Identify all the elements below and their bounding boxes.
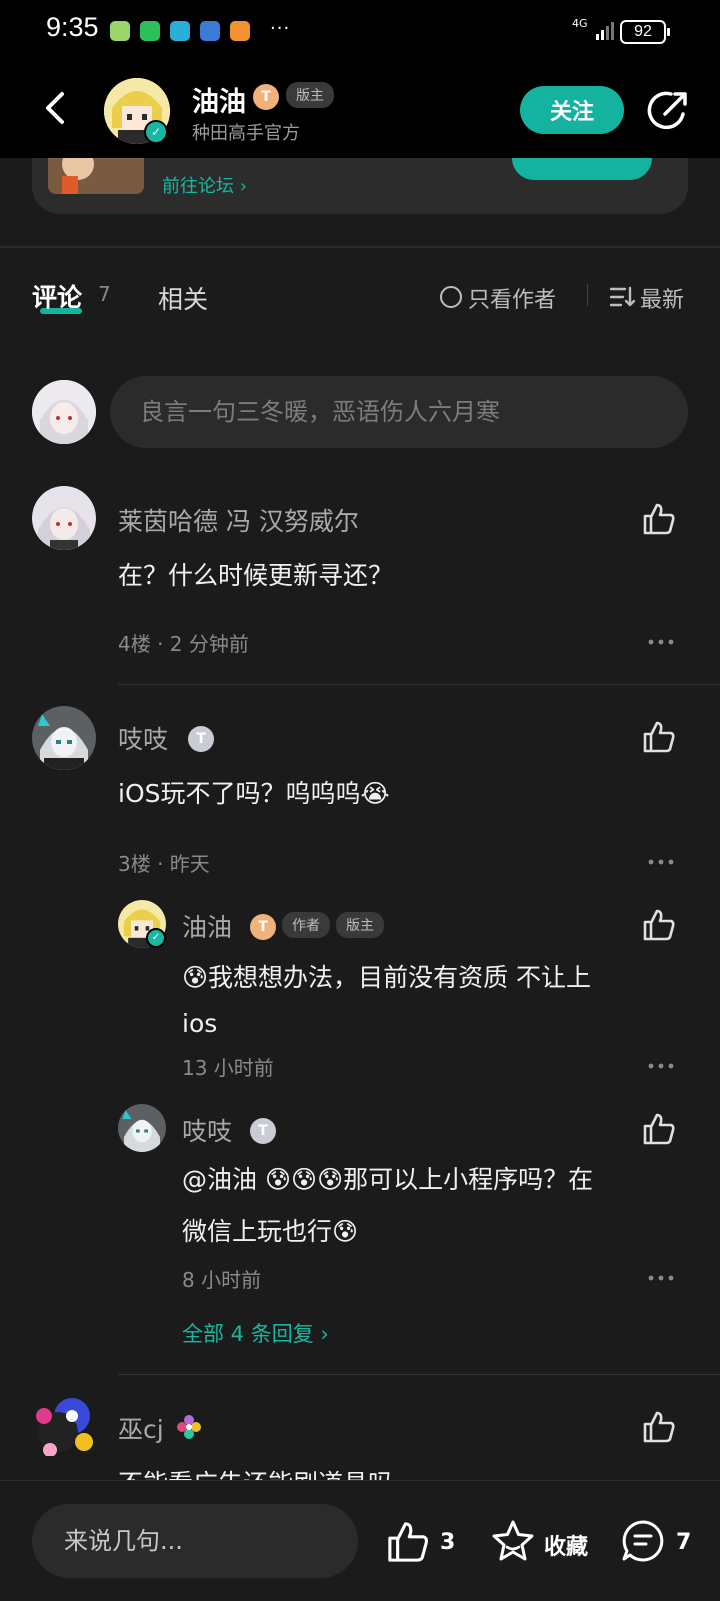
sort-icon[interactable]: [610, 286, 636, 308]
more-options-icon[interactable]: [648, 1274, 674, 1282]
comment-text: 在？什么时候更新寻还？: [118, 561, 394, 590]
comment-divider: [118, 684, 720, 685]
comment-text: iOS玩不了吗？呜呜呜😭: [118, 779, 390, 808]
reply-text-line: 微信上玩也行😰: [182, 1217, 359, 1246]
more-notifications-icon: ···: [270, 18, 291, 39]
commenter-name[interactable]: 莱茵哈德 冯 汉努威尔: [118, 502, 359, 538]
like-post-icon[interactable]: [386, 1520, 430, 1564]
comment-icon[interactable]: [620, 1518, 666, 1564]
author-name[interactable]: 油油: [192, 80, 246, 119]
commenter-avatar[interactable]: [32, 706, 96, 770]
comments-count: 7: [98, 282, 111, 306]
flower-badge-icon: [177, 1415, 201, 1439]
author-only-filter[interactable]: 只看作者: [468, 282, 556, 314]
like-count: 3: [440, 1530, 456, 1555]
more-options-icon[interactable]: [648, 858, 674, 866]
reply-text-line: @油油 😰😰😰那可以上小程序吗？在: [182, 1165, 594, 1194]
reply-name[interactable]: 吱吱: [182, 1112, 232, 1148]
verified-badge-icon: ✓: [144, 120, 168, 144]
bottom-comment-input[interactable]: 来说几句...: [32, 1504, 358, 1578]
moderator-badge: 版主: [286, 82, 334, 108]
moderator-tag: 版主: [336, 912, 384, 938]
author-subtitle: 种田高手官方: [192, 123, 300, 144]
level-badge-icon: T: [188, 726, 214, 752]
favorite-label[interactable]: 收藏: [544, 1529, 588, 1561]
reply-avatar[interactable]: [118, 1104, 166, 1152]
status-time: 9:35: [46, 12, 99, 42]
comment-meta: 3楼 · 昨天: [118, 852, 210, 876]
back-arrow-icon[interactable]: [36, 88, 76, 128]
forum-link[interactable]: 前往论坛 ›: [162, 172, 247, 198]
author-only-radio-icon[interactable]: [440, 286, 462, 308]
comment-meta: 4楼 · 2 分钟前: [118, 632, 249, 656]
commenter-avatar[interactable]: [32, 486, 96, 550]
signal-icon: [596, 22, 614, 40]
view-all-replies-link[interactable]: 全部 4 条回复 ›: [182, 1318, 329, 1348]
app-notification-icon: [110, 21, 130, 41]
comment-divider: [118, 1374, 720, 1375]
tab-related[interactable]: 相关: [158, 280, 208, 316]
commenter-name[interactable]: 巫cj: [118, 1410, 164, 1446]
network-indicator: 4G: [572, 17, 588, 30]
comment-count: 7: [676, 1530, 692, 1555]
comment-input[interactable]: [110, 376, 688, 448]
more-options-icon[interactable]: [648, 1062, 674, 1070]
level-badge-icon: T: [253, 84, 279, 110]
level-badge-icon: T: [250, 1118, 276, 1144]
forum-card-image: [48, 158, 144, 194]
reply-text-line: ios: [182, 1009, 218, 1038]
like-icon[interactable]: [642, 1112, 676, 1146]
follow-button[interactable]: 关注: [520, 86, 624, 134]
filter-separator: [587, 284, 588, 306]
like-icon[interactable]: [642, 1410, 676, 1444]
verified-badge-icon: ✓: [146, 928, 166, 948]
like-icon[interactable]: [642, 502, 676, 536]
video-notification-icon: [230, 21, 250, 41]
like-icon[interactable]: [642, 720, 676, 754]
reply-meta: 13 小时前: [182, 1056, 274, 1080]
reply-meta: 8 小时前: [182, 1268, 262, 1292]
forum-card-button[interactable]: [512, 158, 652, 180]
current-user-avatar: [32, 380, 96, 444]
commenter-name[interactable]: 吱吱: [118, 720, 168, 756]
browser-notification-icon: [200, 21, 220, 41]
wechat-notification-icon: [140, 21, 160, 41]
favorite-star-icon[interactable]: [490, 1518, 536, 1564]
top-header: ✓ 油油 T 版主 种田高手官方 关注: [0, 64, 720, 158]
battery-indicator: 92: [620, 20, 670, 44]
section-divider: [0, 246, 720, 248]
sort-newest[interactable]: 最新: [640, 282, 684, 314]
more-options-icon[interactable]: [648, 638, 674, 646]
commenter-avatar[interactable]: [30, 1392, 94, 1456]
top-app-notification-icon: [170, 21, 190, 41]
like-icon[interactable]: [642, 908, 676, 942]
level-badge-icon: T: [250, 914, 276, 940]
reply-name[interactable]: 油油: [182, 908, 232, 944]
reply-text-line: 😰我想想办法，目前没有资质 不让上: [182, 963, 592, 992]
author-tag: 作者: [282, 912, 330, 938]
share-icon[interactable]: [645, 88, 691, 134]
tab-comments[interactable]: 评论: [32, 278, 82, 314]
